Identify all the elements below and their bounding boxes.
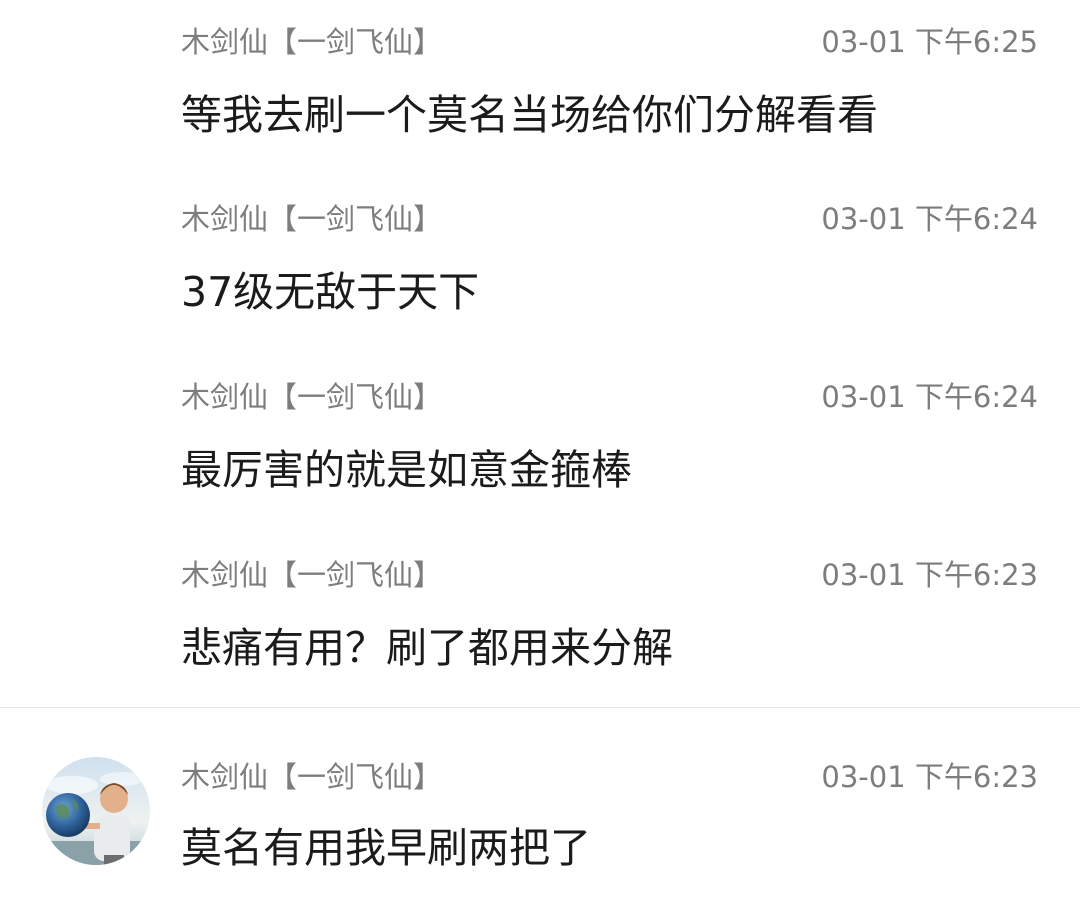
sender-name[interactable]: 木剑仙【一剑飞仙】 bbox=[181, 757, 442, 797]
message-text: 37级无敌于天下 bbox=[181, 268, 480, 316]
message-timestamp: 03-01 下午6:24 bbox=[821, 202, 1038, 236]
sender-name[interactable]: 木剑仙【一剑飞仙】 bbox=[181, 555, 442, 595]
group-divider bbox=[0, 707, 1080, 708]
message-timestamp: 03-01 下午6:23 bbox=[821, 760, 1038, 794]
message-text: 等我去刷一个莫名当场给你们分解看看 bbox=[181, 91, 878, 139]
sender-name[interactable]: 木剑仙【一剑飞仙】 bbox=[181, 22, 442, 62]
sender-name[interactable]: 木剑仙【一剑飞仙】 bbox=[181, 199, 442, 239]
message-text: 莫名有用我早刷两把了 bbox=[181, 824, 591, 872]
message-text: 悲痛有用？刷了都用来分解 bbox=[181, 624, 673, 672]
message-text: 最厉害的就是如意金箍棒 bbox=[181, 446, 632, 494]
message-feed: 木剑仙【一剑飞仙】 03-01 下午6:25 等我去刷一个莫名当场给你们分解看看… bbox=[0, 0, 1080, 904]
avatar-child-globe-icon bbox=[42, 757, 150, 865]
user-avatar[interactable] bbox=[42, 757, 150, 865]
sender-name[interactable]: 木剑仙【一剑飞仙】 bbox=[181, 377, 442, 417]
message-timestamp: 03-01 下午6:23 bbox=[821, 558, 1038, 592]
message-timestamp: 03-01 下午6:24 bbox=[821, 380, 1038, 414]
message-timestamp: 03-01 下午6:25 bbox=[821, 25, 1038, 59]
